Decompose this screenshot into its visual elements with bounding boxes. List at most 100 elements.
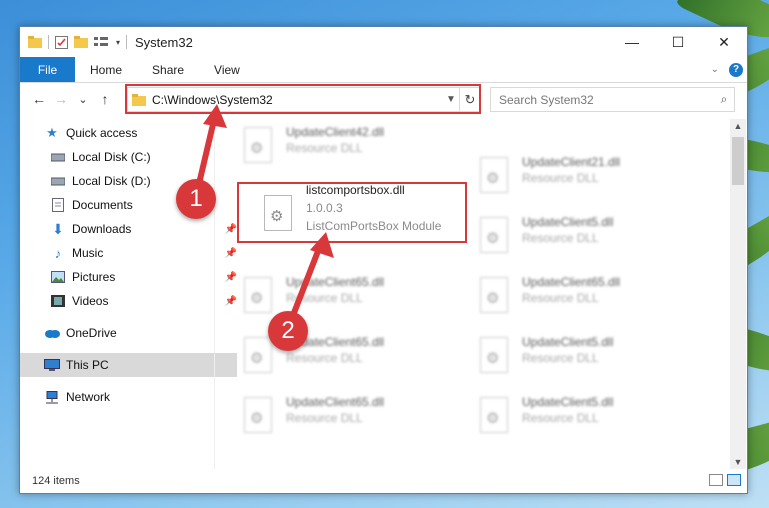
file-type: Resource DLL xyxy=(522,351,599,365)
ribbon-right-controls: ⌄ ? xyxy=(711,57,747,82)
sidebar-item-network[interactable]: Network xyxy=(20,385,237,409)
tiles-view-icon[interactable] xyxy=(727,474,741,486)
sidebar-item-music[interactable]: ♪ Music 📌 xyxy=(20,241,243,265)
properties-icon[interactable] xyxy=(55,35,68,49)
ribbon-tabs: File Home Share View ⌄ ? xyxy=(20,57,747,83)
dll-file-icon: ⚙ xyxy=(244,337,274,373)
sidebar-item-quick-access[interactable]: ★ Quick access xyxy=(20,121,237,145)
status-bar: 124 items xyxy=(20,469,747,493)
tab-home[interactable]: Home xyxy=(75,57,137,82)
view-switcher xyxy=(709,474,741,486)
file-list: ⚙ UpdateClient42.dll Resource DLL ⚙ Upda… xyxy=(216,119,730,469)
sidebar-item-this-pc[interactable]: This PC xyxy=(20,353,237,377)
file-type: Resource DLL xyxy=(522,291,599,305)
sidebar-item-label: Quick access xyxy=(66,126,138,140)
file-type: Resource DLL xyxy=(522,411,599,425)
drive-icon xyxy=(50,150,66,164)
file-type: Resource DLL xyxy=(522,171,599,185)
recent-locations-button[interactable]: ⌄ xyxy=(72,93,94,106)
back-button[interactable]: ← xyxy=(28,91,50,107)
file-name: UpdateClient65.dll xyxy=(286,275,385,289)
sidebar-item-pictures[interactable]: Pictures 📌 xyxy=(20,265,243,289)
toolbar-separator xyxy=(126,35,128,49)
sidebar-item-local-disk-c[interactable]: Local Disk (C:) xyxy=(20,145,243,169)
sidebar-item-downloads[interactable]: ⬇ Downloads 📌 xyxy=(20,217,243,241)
navigation-pane: ★ Quick access Local Disk (C:) Local Dis… xyxy=(20,119,237,469)
tab-view[interactable]: View xyxy=(199,57,255,82)
file-name: UpdateClient65.dll xyxy=(522,275,621,289)
sidebar-item-label: This PC xyxy=(66,358,109,372)
videos-icon xyxy=(50,294,66,308)
expand-ribbon-icon[interactable]: ⌄ xyxy=(711,64,719,75)
file-type: Resource DLL xyxy=(286,291,363,305)
sidebar-item-label: Documents xyxy=(72,198,133,212)
search-input[interactable] xyxy=(491,91,714,108)
search-box[interactable]: ⌕ xyxy=(490,87,735,112)
details-view-icon[interactable] xyxy=(709,474,723,486)
dll-file-icon: ⚙ xyxy=(480,217,510,253)
file-type: Resource DLL xyxy=(522,231,599,245)
view-menu-icon[interactable] xyxy=(94,36,110,48)
sidebar-item-label: Downloads xyxy=(72,222,132,236)
pictures-icon xyxy=(50,270,66,284)
new-folder-icon[interactable] xyxy=(74,36,88,48)
step-1-badge: 1 xyxy=(176,179,216,219)
help-icon[interactable]: ? xyxy=(729,62,743,77)
maximize-button[interactable]: ☐ xyxy=(655,27,701,57)
drive-icon xyxy=(50,174,66,188)
file-name: UpdateClient65.dll xyxy=(286,395,385,409)
dll-file-icon: ⚙ xyxy=(244,127,274,163)
scroll-thumb[interactable] xyxy=(732,137,744,185)
dll-file-icon: ⚙ xyxy=(480,157,510,193)
scroll-down-icon[interactable]: ▼ xyxy=(730,457,746,467)
download-icon: ⬇ xyxy=(52,220,64,237)
up-button[interactable]: ↑ xyxy=(94,91,116,107)
sidebar-item-label: Local Disk (C:) xyxy=(72,150,151,164)
file-name: UpdateClient42.dll xyxy=(286,125,385,139)
file-name: UpdateClient5.dll xyxy=(522,215,614,229)
step-2-badge: 2 xyxy=(268,311,308,351)
tab-share[interactable]: Share xyxy=(137,57,199,82)
star-icon: ★ xyxy=(46,125,58,140)
window-controls: — ☐ ✕ xyxy=(609,27,747,57)
file-name: UpdateClient5.dll xyxy=(522,395,614,409)
sidebar-item-videos[interactable]: Videos 📌 xyxy=(20,289,243,313)
customize-dropdown-icon[interactable]: ▾ xyxy=(116,38,120,47)
cloud-icon xyxy=(44,326,60,340)
tab-file[interactable]: File xyxy=(20,57,75,82)
window-title: System32 xyxy=(135,34,193,50)
sidebar-item-label: Music xyxy=(72,246,104,260)
toolbar-separator xyxy=(48,35,49,49)
title-bar: ▾ System32 — ☐ ✕ xyxy=(20,27,747,57)
computer-icon xyxy=(44,358,60,372)
documents-icon xyxy=(50,198,66,212)
folder-icon xyxy=(28,36,42,48)
sidebar-item-label: Local Disk (D:) xyxy=(72,174,151,188)
search-icon[interactable]: ⌕ xyxy=(714,92,734,107)
sidebar-item-onedrive[interactable]: OneDrive xyxy=(20,321,237,345)
dll-file-icon: ⚙ xyxy=(244,277,274,313)
network-icon xyxy=(44,390,60,404)
sidebar-item-label: Videos xyxy=(72,294,109,308)
sidebar-item-label: Pictures xyxy=(72,270,116,284)
minimize-button[interactable]: — xyxy=(609,27,655,57)
forward-button[interactable]: → xyxy=(50,91,72,107)
quick-access-toolbar: ▾ xyxy=(20,35,128,49)
dll-file-icon: ⚙ xyxy=(480,397,510,433)
pane-divider xyxy=(214,119,215,469)
dll-file-icon: ⚙ xyxy=(244,397,274,433)
music-icon: ♪ xyxy=(54,245,62,261)
sidebar-item-label: OneDrive xyxy=(66,326,117,340)
dll-file-icon: ⚙ xyxy=(480,277,510,313)
file-type: Resource DLL xyxy=(286,351,363,365)
dll-file-icon: ⚙ xyxy=(480,337,510,373)
file-type: Resource DLL xyxy=(286,411,363,425)
file-name: UpdateClient21.dll xyxy=(522,155,621,169)
scroll-up-icon[interactable]: ▲ xyxy=(730,121,746,131)
vertical-scrollbar[interactable]: ▲ ▼ xyxy=(730,119,746,469)
file-name: UpdateClient5.dll xyxy=(522,335,614,349)
sidebar-item-label: Network xyxy=(66,390,111,404)
file-highlight-box xyxy=(237,182,467,243)
file-type: Resource DLL xyxy=(286,141,363,155)
close-button[interactable]: ✕ xyxy=(701,27,747,57)
